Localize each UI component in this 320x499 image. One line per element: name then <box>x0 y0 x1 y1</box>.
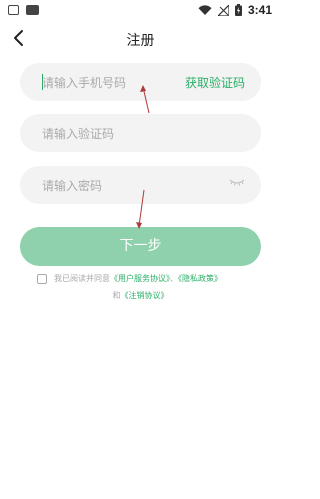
agree-checkbox[interactable] <box>37 274 47 284</box>
code-placeholder: 请输入验证码 <box>42 127 115 141</box>
cancellation-link[interactable]: 《注销协议》 <box>121 291 169 300</box>
agreement-line-1: 我已阅读并同意《用户服务协议》、《隐私政策》 <box>54 273 222 284</box>
app-icon <box>26 5 39 15</box>
notification-icon <box>8 5 19 15</box>
status-bar: 3:41 <box>0 0 281 22</box>
page-title: 注册 <box>126 33 155 49</box>
next-button[interactable]: 下一步 <box>20 227 261 266</box>
status-time: 3:41 <box>247 3 272 17</box>
phone-field[interactable]: 请输入手机号码 获取验证码 <box>20 63 261 101</box>
nav-bar: 注册 <box>0 22 281 56</box>
password-placeholder: 请输入密码 <box>42 179 103 193</box>
agreement-prefix: 我已阅读并同意 <box>54 274 110 283</box>
eye-closed-icon[interactable] <box>229 178 245 188</box>
password-field[interactable]: 请输入密码 <box>20 166 261 204</box>
phone-placeholder: 请输入手机号码 <box>42 76 127 90</box>
agreement-separator: 、 <box>170 274 178 283</box>
wifi-icon <box>198 4 212 15</box>
get-code-button[interactable]: 获取验证码 <box>185 74 245 91</box>
agreement-and: 和 <box>112 291 121 300</box>
code-field[interactable]: 请输入验证码 <box>20 114 261 152</box>
privacy-link[interactable]: 《隐私政策》 <box>178 274 222 283</box>
signal-icon <box>217 4 229 16</box>
agreement-line-2: 和《注销协议》 <box>0 290 281 301</box>
battery-icon <box>234 4 242 16</box>
user-service-link[interactable]: 《用户服务协议》 <box>110 274 170 283</box>
